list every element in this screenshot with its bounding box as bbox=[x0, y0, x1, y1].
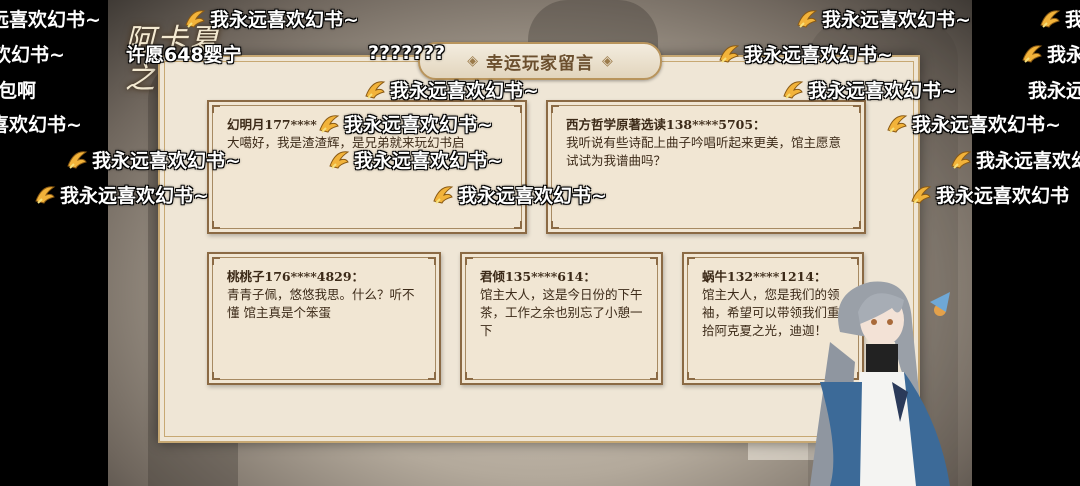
danmaku-comment: 喜欢幻书~ bbox=[0, 113, 82, 136]
gift-icon bbox=[433, 186, 454, 204]
letterbox-left bbox=[0, 0, 108, 486]
ornament-left-icon: ◈ bbox=[467, 53, 478, 69]
message-text: 馆主大人，这是今日份的下午茶，工作之余也别忘了小憩一下 bbox=[480, 287, 643, 338]
danmaku-comment: 我永远喜欢幻书~ bbox=[716, 40, 893, 66]
character-portrait bbox=[810, 281, 950, 486]
danmaku-comment: 我永远喜欢幻书~ bbox=[316, 110, 493, 136]
board-title: 幸运玩家留言 bbox=[486, 53, 594, 74]
gift-icon bbox=[35, 186, 56, 204]
danmaku-comment: 我永远喜欢幻书~ bbox=[780, 76, 957, 102]
danmaku-comment: 许愿648婴宁 bbox=[126, 43, 242, 66]
gift-icon bbox=[951, 151, 972, 169]
danmaku-comment: 包啊 bbox=[0, 79, 37, 102]
danmaku-comment: 我永远喜欢幻书 bbox=[908, 181, 1069, 207]
gift-icon bbox=[185, 10, 206, 28]
message-author: 君倾135****614： bbox=[480, 269, 596, 284]
board-title-plate: ◈ 幸运玩家留言 ◈ bbox=[418, 42, 662, 80]
danmaku-comment: 我永远喜欢幻书~ bbox=[182, 5, 359, 31]
danmaku-comment: 我永 bbox=[1019, 40, 1080, 66]
message-card: 君倾135****614： 馆主大人，这是今日份的下午茶，工作之余也别忘了小憩一… bbox=[460, 252, 663, 385]
message-author: 西方哲学原著选读138****5705： bbox=[566, 117, 766, 132]
danmaku-comment: 我永 bbox=[1037, 5, 1080, 31]
gift-icon bbox=[911, 186, 932, 204]
gift-icon bbox=[365, 81, 386, 99]
message-card: 桃桃子176****4829： 青青子佩，悠悠我思。什么？听不懂 馆主真是个笨蛋 bbox=[207, 252, 441, 385]
gift-icon bbox=[783, 81, 804, 99]
gift-icon bbox=[719, 45, 740, 63]
danmaku-comment: 我永远喜欢幻书~ bbox=[794, 5, 971, 31]
danmaku-comment: 远喜欢幻书~ bbox=[0, 8, 101, 31]
message-text: 我听说有些诗配上曲子吟唱听起来更美，馆主愿意试试为我谱曲吗？ bbox=[566, 135, 842, 168]
danmaku-comment: 我永远喜欢幻书 bbox=[948, 146, 1080, 172]
gift-icon bbox=[67, 151, 88, 169]
ornament-right-icon: ◈ bbox=[602, 53, 613, 69]
danmaku-comment: 我永远喜欢幻书~ bbox=[64, 146, 241, 172]
gift-icon bbox=[329, 151, 350, 169]
danmaku-comment: 欢幻书~ bbox=[0, 43, 65, 66]
danmaku-comment: 我永远喜欢幻书~ bbox=[326, 146, 503, 172]
letterbox-right bbox=[972, 0, 1080, 486]
danmaku-comment: ??????? bbox=[368, 42, 446, 64]
gift-icon bbox=[1040, 10, 1061, 28]
gift-icon bbox=[887, 115, 908, 133]
danmaku-comment: 我永远 bbox=[1028, 79, 1080, 102]
danmaku-comment: 我永远喜欢幻书~ bbox=[884, 110, 1061, 136]
danmaku-comment: 我永远喜欢幻书~ bbox=[362, 76, 539, 102]
gift-icon bbox=[1022, 45, 1043, 63]
message-text: 青青子佩，悠悠我思。什么？听不懂 馆主真是个笨蛋 bbox=[227, 287, 415, 320]
gift-icon bbox=[797, 10, 818, 28]
gift-icon bbox=[319, 115, 340, 133]
danmaku-comment: 我永远喜欢幻书~ bbox=[32, 181, 209, 207]
danmaku-comment: 我永远喜欢幻书~ bbox=[430, 181, 607, 207]
message-author: 桃桃子176****4829： bbox=[227, 269, 365, 284]
message-card: 西方哲学原著选读138****5705： 我听说有些诗配上曲子吟唱听起来更美，馆… bbox=[546, 100, 866, 234]
